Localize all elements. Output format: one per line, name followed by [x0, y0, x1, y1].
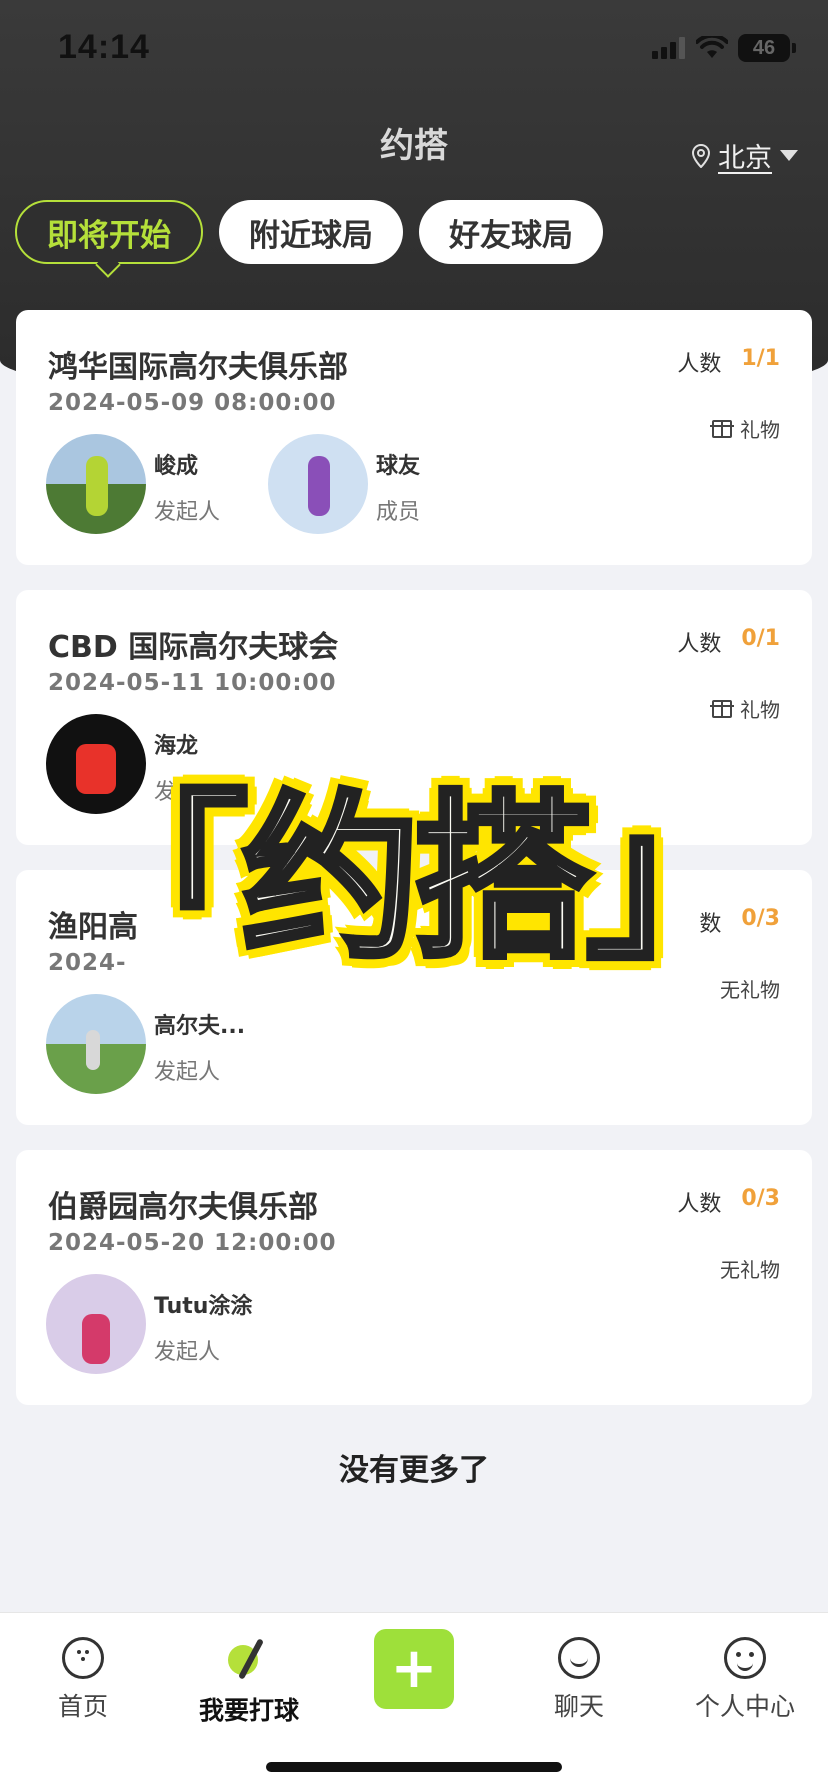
nav-label: 我要打球: [198, 1696, 299, 1725]
avatar: [268, 434, 368, 534]
status-bar: 14:14 46: [0, 0, 828, 100]
card-title: 鸿华国际高尔夫俱乐部: [48, 350, 348, 385]
status-time: 14:14: [58, 28, 150, 66]
home-indicator: [266, 1762, 562, 1772]
avatar: [46, 714, 146, 814]
gift-tag: 礼物: [710, 694, 780, 723]
card-title: 渔阳高: [48, 910, 138, 945]
participants: 峻成 发起人 球友 成员: [46, 434, 476, 534]
gift-tag: 礼物: [710, 414, 780, 443]
tab-nearby[interactable]: 附近球局: [219, 200, 403, 264]
golf-club-icon: [226, 1637, 272, 1683]
game-card[interactable]: 渔阳高 2024- 数 0/3 无礼物 高尔夫... 发起人: [16, 870, 812, 1125]
dropdown-triangle-icon: [780, 150, 798, 161]
city-label: 北京: [718, 143, 772, 174]
nav-profile[interactable]: 个人中心: [662, 1627, 828, 1723]
participants: 高尔夫... 发起人: [46, 994, 254, 1094]
nav-label: 聊天: [553, 1692, 604, 1721]
count-value: 0/1: [741, 626, 780, 651]
gift-tag: 无礼物: [720, 974, 780, 1003]
create-game-button[interactable]: +: [374, 1629, 454, 1709]
participant-name: 高尔夫...: [154, 1014, 246, 1039]
gift-label: 无礼物: [720, 1258, 780, 1282]
player-count: 数 0/3: [699, 906, 780, 938]
count-value: 0/3: [741, 906, 780, 931]
participant-name: 峻成: [154, 454, 199, 479]
participant[interactable]: 球友 成员: [268, 434, 476, 534]
gift-icon: [710, 419, 734, 438]
player-count: 人数 0/1: [677, 626, 780, 658]
golf-ball-icon: [62, 1637, 104, 1679]
avatar: [46, 1274, 146, 1374]
participant-role: 成员: [376, 500, 421, 525]
gift-tag: 无礼物: [720, 1254, 780, 1283]
smile-icon: [724, 1637, 766, 1679]
avatar: [46, 994, 146, 1094]
player-count: 人数 0/3: [677, 1186, 780, 1218]
nav-label: 首页: [57, 1692, 108, 1721]
participant-role: 发起人: [154, 1340, 221, 1365]
count-value: 1/1: [741, 346, 780, 371]
participants: Tutu涂涂 发起人: [46, 1274, 254, 1374]
battery-icon: 46: [738, 34, 796, 62]
nav-label: 个人中心: [694, 1692, 795, 1721]
tab-bar: 即将开始 附近球局 好友球局: [15, 200, 603, 264]
location-pin-icon: [692, 143, 710, 168]
chat-icon: [558, 1637, 600, 1679]
gift-label: 礼物: [740, 418, 780, 442]
game-list: 鸿华国际高尔夫俱乐部 2024-05-09 08:00:00 人数 1/1 礼物…: [16, 310, 812, 1430]
participant-name: 海龙: [154, 734, 199, 759]
card-title: CBD 国际高尔夫球会: [48, 630, 339, 665]
nav-home[interactable]: 首页: [0, 1627, 166, 1723]
count-label: 人数: [677, 352, 722, 377]
participant-role: 发起人: [154, 500, 221, 525]
participant-role: 发起人: [154, 780, 221, 805]
card-title: 伯爵园高尔夫俱乐部: [48, 1190, 318, 1225]
participant-role: 发起人: [154, 1060, 221, 1085]
participant[interactable]: 高尔夫... 发起人: [46, 994, 254, 1094]
nav-play[interactable]: 我要打球: [166, 1627, 332, 1727]
participant-name: Tutu涂涂: [154, 1294, 253, 1319]
participant[interactable]: 海龙 发起人: [46, 714, 254, 814]
card-time: 2024-05-09 08:00:00: [48, 390, 337, 416]
count-label: 数: [699, 912, 722, 937]
tab-upcoming[interactable]: 即将开始: [15, 200, 203, 264]
player-count: 人数 1/1: [677, 346, 780, 378]
count-label: 人数: [677, 1192, 722, 1217]
card-time: 2024-05-11 10:00:00: [48, 670, 337, 696]
count-label: 人数: [677, 632, 722, 657]
participant[interactable]: 峻成 发起人: [46, 434, 254, 534]
signal-icon: [652, 37, 685, 59]
card-time: 2024-: [48, 950, 127, 976]
game-card[interactable]: 鸿华国际高尔夫俱乐部 2024-05-09 08:00:00 人数 1/1 礼物…: [16, 310, 812, 565]
wifi-icon: [696, 36, 728, 58]
game-card[interactable]: CBD 国际高尔夫球会 2024-05-11 10:00:00 人数 0/1 礼…: [16, 590, 812, 845]
city-selector[interactable]: 北京: [692, 136, 798, 175]
game-card[interactable]: 伯爵园高尔夫俱乐部 2024-05-20 12:00:00 人数 0/3 无礼物…: [16, 1150, 812, 1405]
participant-name: 球友: [376, 454, 421, 479]
count-value: 0/3: [741, 1186, 780, 1211]
card-time: 2024-05-20 12:00:00: [48, 1230, 337, 1256]
gift-icon: [710, 699, 734, 718]
nav-chat[interactable]: 聊天: [496, 1627, 662, 1723]
participant[interactable]: Tutu涂涂 发起人: [46, 1274, 254, 1374]
tab-friends[interactable]: 好友球局: [419, 200, 603, 264]
gift-label: 无礼物: [720, 978, 780, 1002]
plus-icon: +: [390, 1636, 438, 1701]
status-icons: 46: [652, 34, 796, 62]
end-of-list-text: 没有更多了: [339, 1453, 489, 1488]
participants: 海龙 发起人: [46, 714, 254, 814]
gift-label: 礼物: [740, 698, 780, 722]
avatar: [46, 434, 146, 534]
